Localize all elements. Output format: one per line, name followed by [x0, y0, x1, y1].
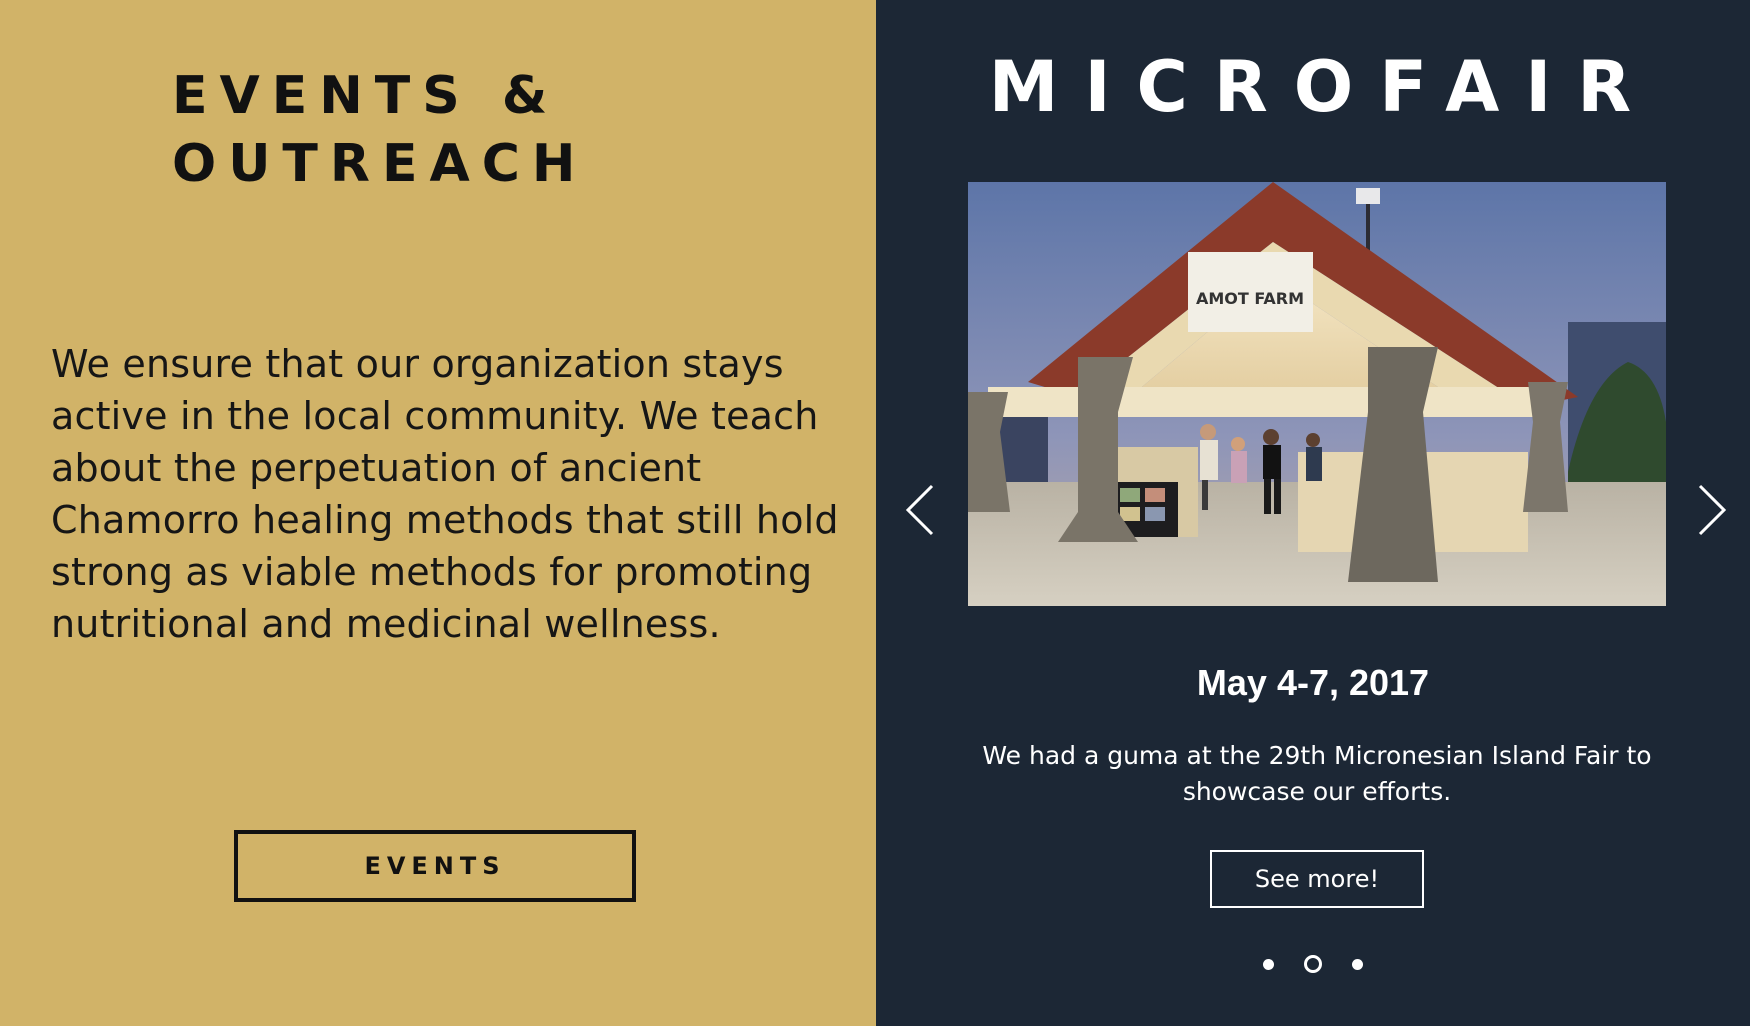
booth-sign-text: AMOT FARM [1196, 289, 1304, 308]
pagination-dot-1[interactable] [1263, 958, 1274, 970]
section-title-line-2: OUTREACH [172, 134, 588, 194]
next-slide-button[interactable] [1690, 480, 1730, 540]
previous-slide-button[interactable] [902, 480, 942, 540]
slide-pagination [876, 954, 1750, 974]
events-button[interactable]: EVENTS [234, 830, 636, 902]
section-title: EVENTS & OUTREACH [172, 62, 812, 198]
microfair-slideshow: MICROFAIR AMOT FARM May 4-7, 2017 We had… [876, 0, 1750, 1026]
slide-description: We had a guma at the 29th Micronesian Is… [982, 741, 1652, 806]
pagination-dot-2[interactable] [1304, 955, 1322, 973]
section-title-line-1: EVENTS & [172, 66, 560, 126]
events-outreach-section: EVENTS & OUTREACH We ensure that our org… [0, 0, 876, 1026]
chevron-left-icon [905, 484, 934, 536]
section-description: We ensure that our organization stays ac… [51, 342, 839, 646]
chevron-right-icon [1698, 484, 1727, 536]
slide-date: May 4-7, 2017 [1196, 662, 1430, 703]
slideshow-title: MICROFAIR [988, 46, 1658, 128]
see-more-button[interactable]: See more! [1210, 850, 1424, 908]
slide-image[interactable]: AMOT FARM [968, 182, 1666, 606]
pagination-dot-3[interactable] [1352, 958, 1363, 970]
fair-booth-photo: AMOT FARM [968, 182, 1666, 606]
